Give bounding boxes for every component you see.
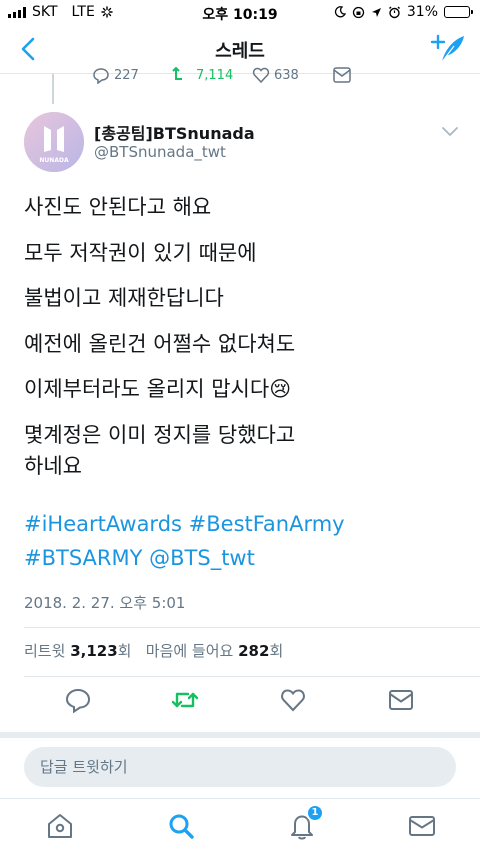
thread-connector-line [52,74,54,104]
likes-count: 282 [238,642,270,660]
messages-envelope-icon[interactable] [407,811,437,841]
tweet-stats: 리트윗 3,123회 마음에 들어요 282회 [24,640,283,661]
previous-like-count-label: 638 [274,67,299,83]
tweet-hashtags: #iHeartAwards #BestFanArmy #BTSARMY @BTS… [24,507,464,575]
heart-icon[interactable] [279,686,307,714]
orientation-lock-icon [352,6,365,18]
divider [24,627,480,628]
previous-tweet-actions: 227 7,114 638 [92,66,412,84]
nunada-logo-icon: NUNADA [24,112,84,172]
divider [24,676,480,677]
tab-bar [0,798,480,853]
tweet-timestamp: 2018. 2. 27. 오후 5:01 [24,594,186,612]
tweet-text-line: 사진도 안된다고 해요 [24,195,212,219]
page-title: 스레드 [215,41,265,62]
tweet-text: 사진도 안된다고 해요 모두 저작권이 있기 때문에 불법이고 제재한답니다 예… [24,193,464,497]
previous-retweet-count[interactable]: 7,114 [172,66,252,84]
chevron-down-icon[interactable] [440,124,460,138]
likes-unit: 회 [269,642,284,660]
tweet-text-line: 불법이고 제재한답니다 [24,286,224,310]
retweets-label: 리트윗 [24,642,66,660]
tweet-actions [0,686,480,718]
previous-retweet-count-label: 7,114 [196,67,234,83]
location-arrow-icon [371,7,381,17]
heart-icon [252,67,270,84]
likes-stat[interactable]: 마음에 들어요 282회 [146,642,283,660]
envelope-icon [333,67,351,83]
previous-reply-count-label: 227 [114,67,139,83]
author-username[interactable]: @BTSnunada_twt [94,143,226,161]
search-icon[interactable] [166,811,196,841]
avatar-logo-text: NUNADA [39,157,69,164]
compose-tweet-icon[interactable] [430,32,466,64]
previous-reply-count[interactable]: 227 [92,66,172,84]
tweet-text-line: 모두 저작권이 있기 때문에 [24,240,257,265]
previous-message-button[interactable] [332,66,412,84]
battery-percent: 31% [406,4,438,20]
home-icon[interactable] [45,811,75,841]
hashtag-links[interactable]: #iHeartAwards #BestFanArmy [24,512,345,536]
reply-icon[interactable] [64,686,92,714]
hashtag-mention-links[interactable]: #BTSARMY @BTS_twt [24,546,255,570]
status-right: 31% [334,4,473,20]
retweets-stat[interactable]: 리트윗 3,123회 [24,642,131,660]
notification-badge: 1 [306,804,324,822]
alarm-icon [388,6,400,18]
status-bar: SKT LTE 오후 10:19 31% [0,0,480,24]
retweet-icon [172,66,182,80]
tweet-text-line: 이제부터라도 올리지 맙시다😢 [24,377,292,401]
retweets-count: 3,123 [70,642,118,660]
retweet-icon[interactable] [171,686,199,714]
likes-label: 마음에 들어요 [145,642,234,660]
previous-like-count[interactable]: 638 [252,66,332,84]
reply-icon [93,68,109,84]
tweet-text-line: 예전에 올린건 어쩔수 없다쳐도 [24,331,296,356]
tweet-text-line: 하네요 [24,453,82,478]
author-display-name[interactable]: [총공팀]BTSnunada [94,120,255,144]
avatar[interactable]: NUNADA [24,112,84,172]
envelope-icon[interactable] [387,686,415,714]
section-divider [0,732,480,738]
reply-input[interactable] [24,747,456,787]
retweets-unit: 회 [117,642,132,660]
moon-icon [334,6,346,18]
tweet-text-line: 몇계정은 이미 정지를 당했다고 [24,422,296,447]
battery-icon [444,6,473,18]
